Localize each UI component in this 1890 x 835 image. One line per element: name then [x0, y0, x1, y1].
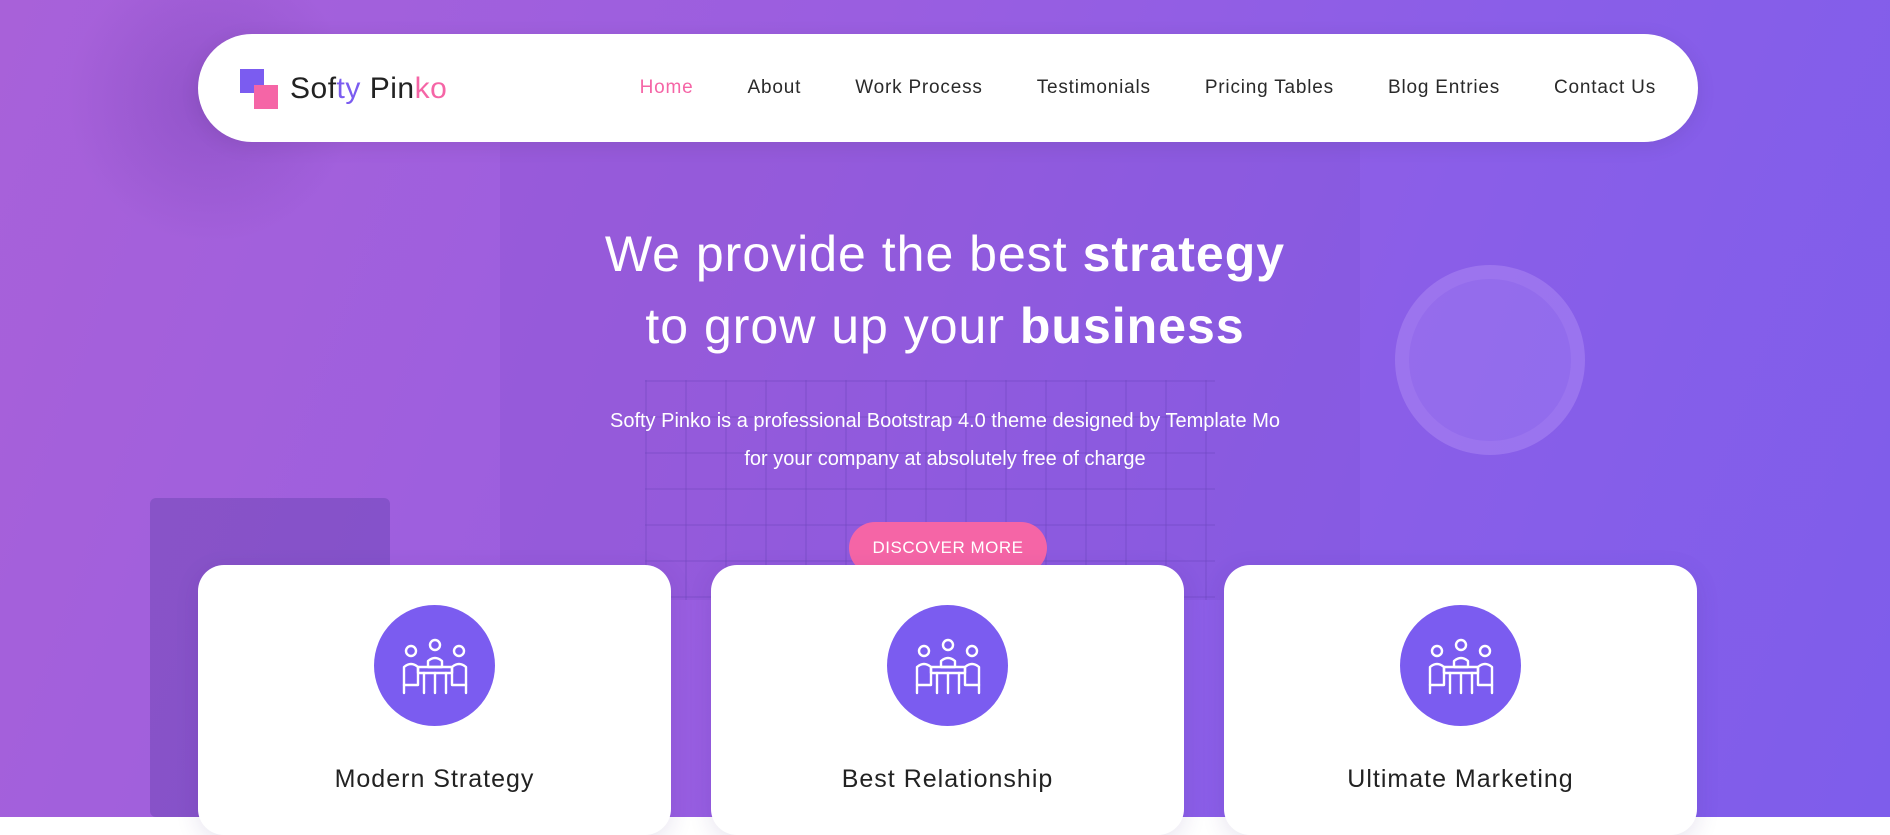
hero-description-line1: Softy Pinko is a professional Bootstrap …	[609, 410, 1280, 432]
nav-item-work-process[interactable]: Work Process	[855, 77, 983, 99]
headline-line1: We provide the best strategy	[605, 226, 1285, 282]
hero-headline: We provide the best strategy to grow up …	[0, 218, 1890, 362]
feature-card-modern-strategy: Modern Strategy	[198, 565, 671, 835]
nav-item-blog-entries[interactable]: Blog Entries	[1388, 77, 1500, 99]
logo-part-1: Sof	[290, 72, 337, 105]
logo-part-3: Pin	[360, 72, 415, 105]
nav-item-pricing-tables[interactable]: Pricing Tables	[1205, 77, 1334, 99]
logo-text: Softy Pinko	[290, 72, 447, 106]
logo-mark-icon	[240, 69, 278, 109]
feature-card-ultimate-marketing: Ultimate Marketing	[1224, 565, 1697, 835]
hero-description-line2: for your company at absolutely free of c…	[744, 448, 1146, 470]
headline-line1-emphasis: strategy	[1082, 226, 1286, 282]
nav-item-testimonials[interactable]: Testimonials	[1037, 77, 1151, 99]
feature-title: Best Relationship	[841, 765, 1054, 793]
headline-line1-text: We provide the best	[604, 226, 1083, 282]
meeting-icon	[374, 605, 495, 726]
headline-line2-emphasis: business	[1019, 298, 1245, 354]
headline-line2-text: to grow up your	[645, 298, 1020, 354]
feature-card-best-relationship: Best Relationship	[711, 565, 1184, 835]
logo-part-2: ty	[336, 72, 361, 105]
hero-description: Softy Pinko is a professional Bootstrap …	[0, 402, 1890, 478]
nav-menu: Home About Work Process Testimonials Pri…	[640, 34, 1656, 142]
navbar: Softy Pinko Home About Work Process Test…	[198, 34, 1698, 142]
headline-line2: to grow up your business	[645, 298, 1244, 354]
feature-title: Modern Strategy	[334, 765, 535, 793]
nav-item-about[interactable]: About	[748, 77, 802, 99]
meeting-icon	[1400, 605, 1521, 726]
nav-item-contact-us[interactable]: Contact Us	[1554, 77, 1656, 99]
logo-part-4: ko	[414, 72, 448, 105]
logo-link[interactable]: Softy Pinko	[240, 69, 447, 109]
feature-title: Ultimate Marketing	[1347, 765, 1574, 793]
nav-item-home[interactable]: Home	[640, 77, 694, 99]
meeting-icon	[887, 605, 1008, 726]
